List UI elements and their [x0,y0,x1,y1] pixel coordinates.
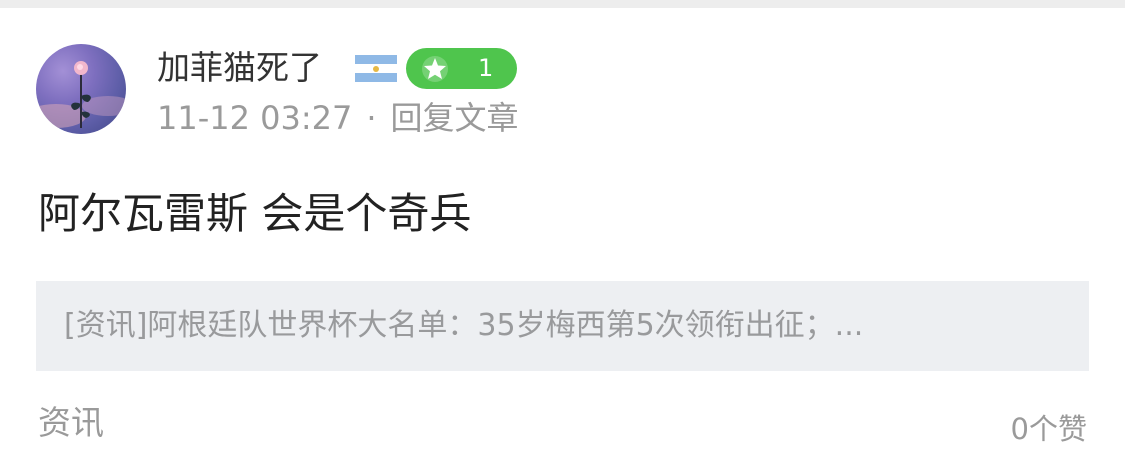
level-badge: 1 [406,48,517,89]
timestamp: 11-12 03:27 [157,99,353,137]
quoted-article-card[interactable]: [资讯]阿根廷队世界杯大名单：35岁梅西第5次领衔出征；... [36,281,1089,371]
top-divider [0,0,1125,8]
level-number: 1 [478,54,494,82]
argentina-flag-icon [355,55,397,82]
username[interactable]: 加菲猫死了 [157,46,322,90]
like-count[interactable]: 0个赞 [1011,409,1087,449]
star-icon [420,54,450,84]
post-meta: 11-12 03:27 · 回复文章 [157,97,519,139]
post-content: 阿尔瓦雷斯 会是个奇兵 [38,189,472,238]
meta-separator: · [366,99,377,137]
reply-context: 回复文章 [390,99,519,137]
quoted-article-title: [资讯]阿根廷队世界杯大名单：35岁梅西第5次领衔出征；... [64,308,864,343]
category-tag[interactable]: 资讯 [38,401,104,445]
avatar[interactable] [36,44,126,134]
